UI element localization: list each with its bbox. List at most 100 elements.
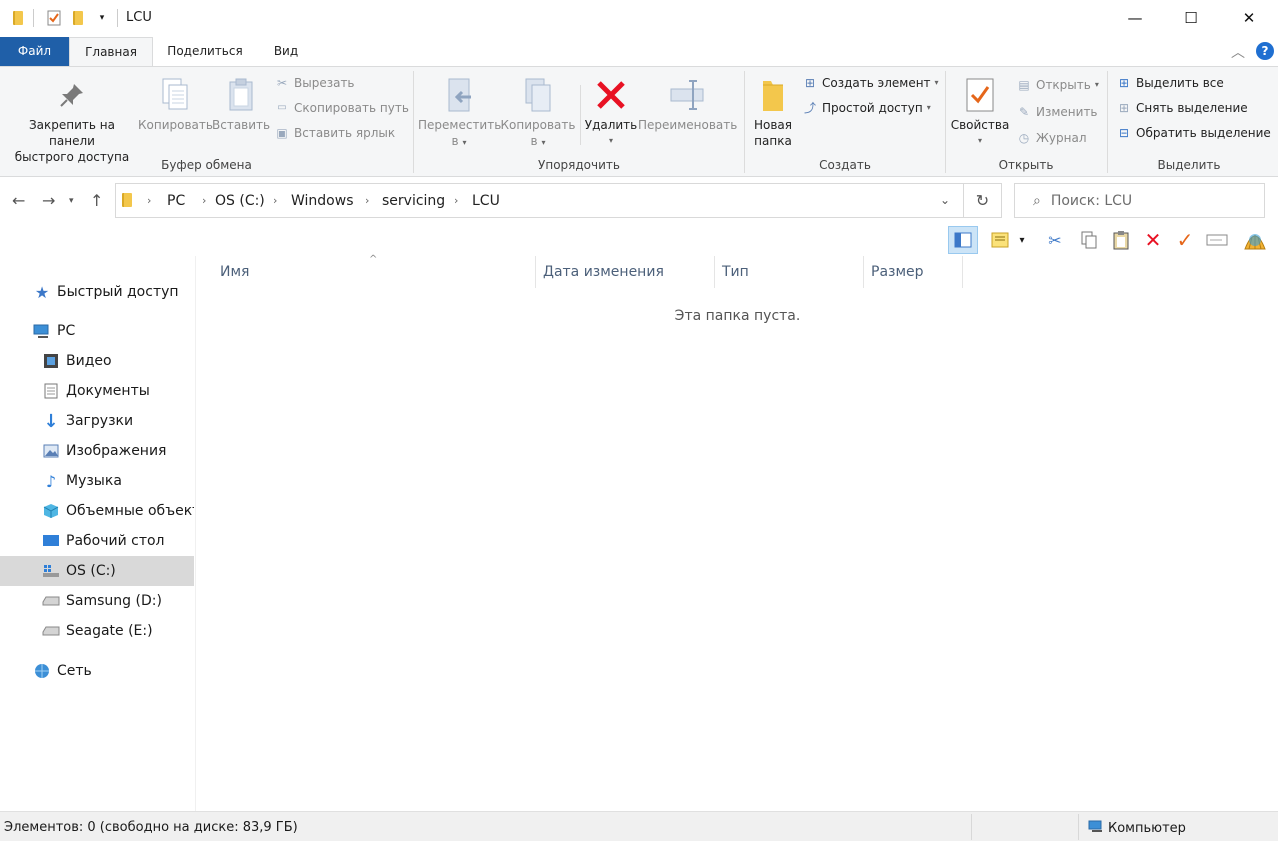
maximize-button[interactable]: ☐ xyxy=(1162,0,1220,36)
pin-quick-access-button[interactable]: Закрепить на панели быстрого доступа xyxy=(6,75,138,165)
invert-selection-icon: ⊟ xyxy=(1118,126,1130,140)
invert-selection-button[interactable]: ⊟ Обратить выделение xyxy=(1116,123,1271,143)
open-button[interactable]: ▤ Открыть ▾ xyxy=(1016,75,1099,95)
breadcrumb-drive-c[interactable]: OS (C:) xyxy=(215,193,265,209)
copy-to-button[interactable]: Копировать в ▾ xyxy=(500,75,576,151)
close-button[interactable]: ✕ xyxy=(1220,0,1278,36)
properties-button[interactable]: Свойства ▾ xyxy=(950,75,1010,149)
search-box[interactable]: ⌕ xyxy=(1014,183,1265,218)
nav-quick-access-label: Быстрый доступ xyxy=(57,284,179,300)
copy-path-button[interactable]: ▭ Скопировать путь xyxy=(274,98,409,118)
up-arrow-icon[interactable]: ↑ xyxy=(90,191,103,210)
customize-quick-access-icon[interactable]: ▾ xyxy=(94,10,110,26)
tab-home[interactable]: Главная xyxy=(69,37,153,67)
edit-button[interactable]: ✎ Изменить xyxy=(1016,102,1098,122)
address-history-chevron-icon[interactable]: ⌄ xyxy=(940,193,950,207)
column-header-name[interactable]: Имя xyxy=(212,256,536,288)
chevron-down-icon[interactable]: ▾ xyxy=(1014,226,1030,254)
notes-button[interactable] xyxy=(986,226,1016,254)
column-header-date[interactable]: Дата изменения xyxy=(535,256,715,288)
nav-pictures[interactable]: Изображения xyxy=(0,436,194,466)
breadcrumb-pc[interactable]: PC xyxy=(167,193,185,209)
breadcrumb-separator-icon[interactable]: › xyxy=(202,194,206,207)
file-list[interactable]: ^ Имя Дата изменения Тип Размер Эта папк… xyxy=(197,254,1278,811)
status-zone: Компьютер xyxy=(1088,820,1186,836)
select-all-label: Выделить все xyxy=(1136,76,1224,90)
column-header-size[interactable]: Размер xyxy=(863,256,963,288)
nav-network[interactable]: Сеть xyxy=(0,656,194,686)
nav-drive-d[interactable]: Samsung (D:) xyxy=(0,586,194,616)
column-header-type[interactable]: Тип xyxy=(714,256,864,288)
breadcrumb-servicing[interactable]: servicing xyxy=(382,193,445,209)
refresh-button[interactable]: ↻ xyxy=(964,183,1002,218)
close-icon: ✕ xyxy=(1242,9,1256,27)
recent-locations-chevron-icon[interactable]: ▾ xyxy=(69,196,74,206)
tab-view[interactable]: Вид xyxy=(262,37,310,66)
toolbar-cut-icon[interactable]: ✂ xyxy=(1040,226,1070,254)
collapse-ribbon-icon[interactable]: ︿ xyxy=(1231,42,1245,62)
picture-icon xyxy=(42,442,60,460)
nav-video[interactable]: Видео xyxy=(0,346,194,376)
back-arrow-icon[interactable]: ← xyxy=(12,191,25,210)
help-icon[interactable]: ? xyxy=(1256,42,1274,60)
nav-3d-objects[interactable]: Объемные объекты xyxy=(0,496,194,526)
toolbar-copy-icon[interactable] xyxy=(1074,226,1104,254)
history-button[interactable]: ◷ Журнал xyxy=(1016,128,1087,148)
preview-pane-button[interactable] xyxy=(948,226,978,254)
move-to-label-line2: в xyxy=(451,134,459,148)
nav-downloads[interactable]: ↓ Загрузки xyxy=(0,406,194,436)
toolbar-check-icon[interactable]: ✓ xyxy=(1170,226,1200,254)
paste-shortcut-button[interactable]: ▣ Вставить ярлык xyxy=(274,123,395,143)
nav-music[interactable]: ♪ Музыка xyxy=(0,466,194,496)
empty-folder-message: Эта папка пуста. xyxy=(674,308,801,324)
nav-quick-access[interactable]: ★ Быстрый доступ xyxy=(0,277,194,307)
paste-label: Вставить xyxy=(212,118,271,132)
minimize-button[interactable]: — xyxy=(1106,0,1164,36)
breadcrumb-separator-icon[interactable]: › xyxy=(454,194,458,207)
chevron-down-icon: ▾ xyxy=(977,136,982,145)
cut-button[interactable]: ✂ Вырезать xyxy=(274,73,355,93)
select-all-button[interactable]: ⊞ Выделить все xyxy=(1116,73,1224,93)
nav-pc-label: PC xyxy=(57,323,76,339)
move-to-button[interactable]: Переместить в ▾ xyxy=(418,75,501,151)
toolbar-shell-icon[interactable] xyxy=(1240,226,1270,254)
toolbar-paste-icon[interactable] xyxy=(1106,226,1136,254)
nav-drive-e[interactable]: Seagate (E:) xyxy=(0,616,194,646)
paste-icon xyxy=(223,75,259,115)
toolbar-delete-icon[interactable]: ✕ xyxy=(1138,226,1168,254)
tab-file[interactable]: Файл xyxy=(0,37,69,66)
rename-button[interactable]: Переименовать xyxy=(638,75,737,133)
breadcrumb-windows[interactable]: Windows xyxy=(291,193,354,209)
breadcrumb-separator-icon[interactable]: › xyxy=(273,194,277,207)
copy-path-icon: ▭ xyxy=(277,102,287,113)
delete-button[interactable]: Удалить ▾ xyxy=(584,75,638,149)
minimize-icon: — xyxy=(1127,9,1143,27)
tab-share[interactable]: Поделиться xyxy=(158,37,252,66)
chevron-down-icon: ▾ xyxy=(934,78,939,87)
nav-desktop[interactable]: Рабочий стол xyxy=(0,526,194,556)
breadcrumb-separator-icon: › xyxy=(147,194,152,207)
new-folder-button[interactable]: Новая папка xyxy=(748,75,798,149)
breadcrumb-separator-icon[interactable]: › xyxy=(365,194,369,207)
new-item-label: Создать элемент xyxy=(822,76,931,90)
nav-pc[interactable]: PC xyxy=(0,316,194,346)
search-input[interactable] xyxy=(1050,192,1241,209)
divider xyxy=(117,9,118,27)
paste-button[interactable]: Вставить xyxy=(212,75,270,133)
nav-documents[interactable]: Документы xyxy=(0,376,194,406)
scissors-icon: ✂ xyxy=(276,76,288,90)
forward-arrow-icon[interactable]: → xyxy=(42,191,55,210)
music-note-icon: ♪ xyxy=(45,471,57,491)
new-folder-quick-icon[interactable] xyxy=(70,10,86,26)
easy-access-button[interactable]: ⤴ Простой доступ ▾ xyxy=(802,98,931,118)
invert-selection-label: Обратить выделение xyxy=(1136,126,1271,140)
properties-quick-icon[interactable] xyxy=(46,10,62,26)
breadcrumb-lcu[interactable]: LCU xyxy=(472,193,500,209)
drive-icon xyxy=(42,622,60,640)
copy-button[interactable]: Копировать xyxy=(138,75,213,133)
select-none-button[interactable]: ⊞ Снять выделение xyxy=(1116,98,1248,118)
nav-drive-c[interactable]: OS (C:) xyxy=(0,556,194,586)
toolbar-rename-icon[interactable] xyxy=(1202,226,1232,254)
new-item-button[interactable]: ⊞ Создать элемент ▾ xyxy=(802,73,939,93)
address-bar[interactable]: › PC › OS (C:) › Windows › servicing › L… xyxy=(115,183,964,218)
